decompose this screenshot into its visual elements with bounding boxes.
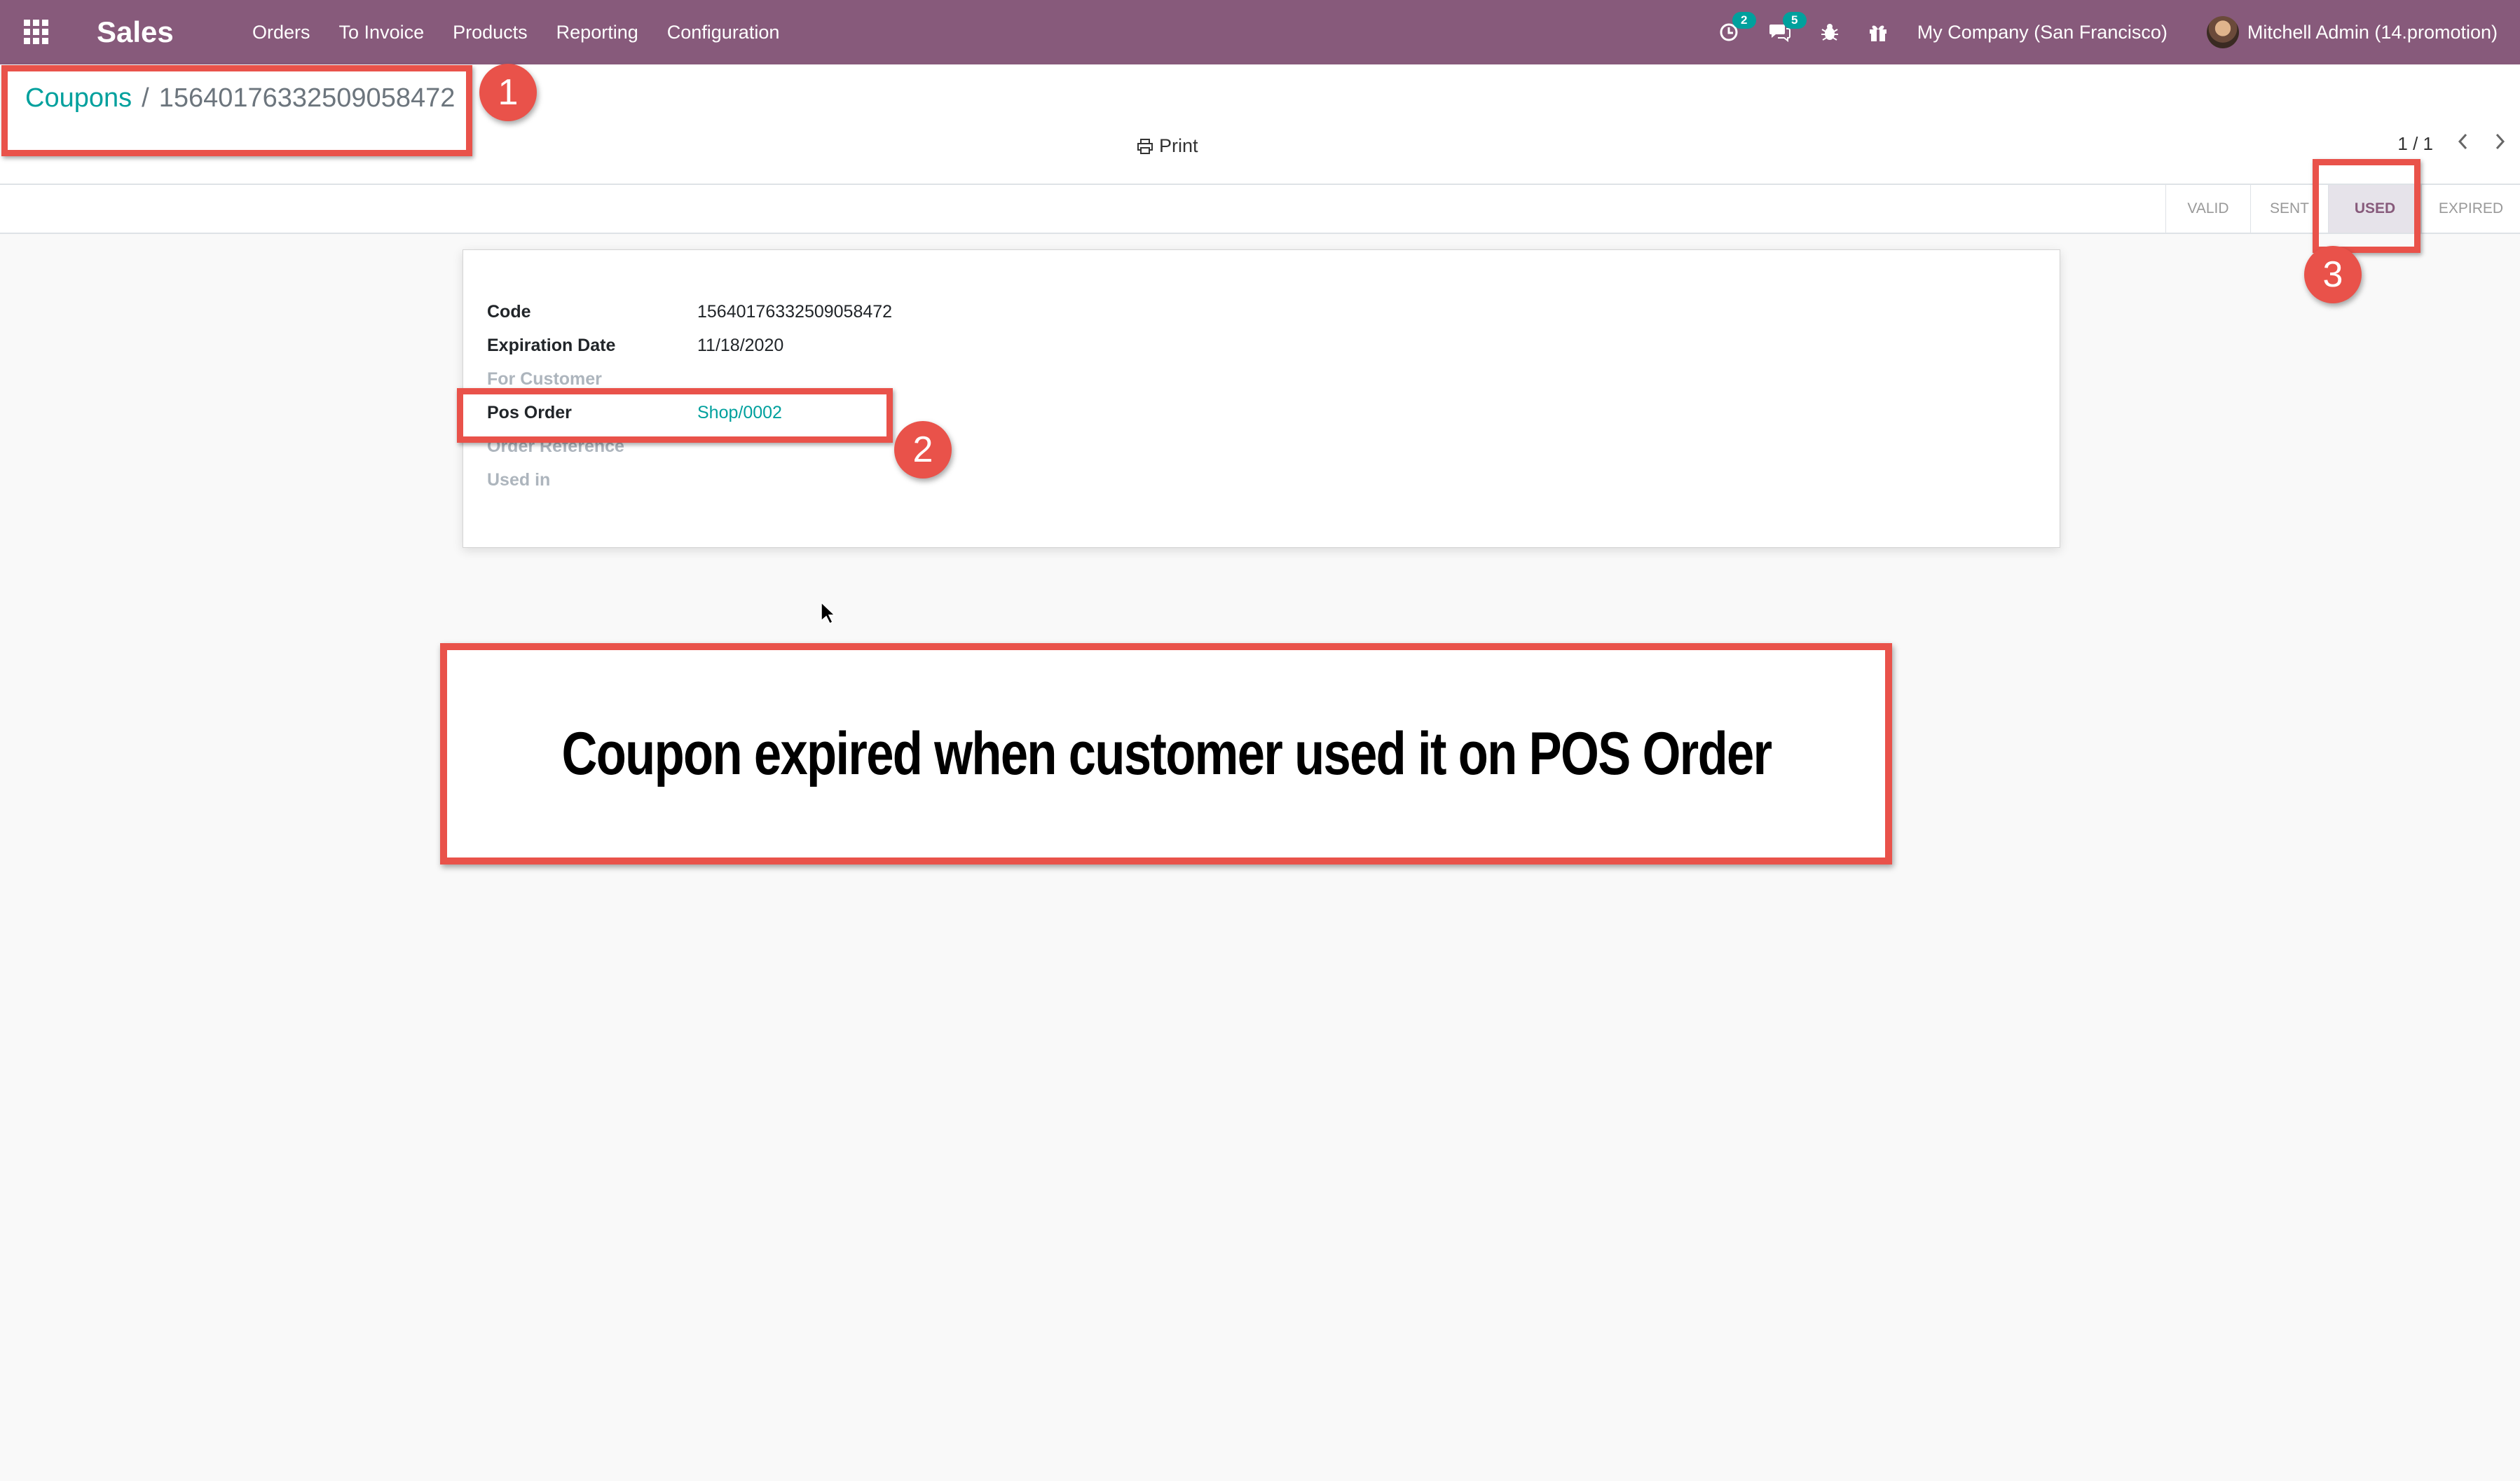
avatar [2206,16,2239,48]
main-menu: Orders To Invoice Products Reporting Con… [252,0,808,64]
annotation-caption: Coupon expired when customer used it on … [561,719,1772,787]
expiration-date-value[interactable]: 11/18/2020 [697,336,783,356]
menu-products[interactable]: Products [453,22,528,43]
field-code: Code 15640176332509058472 [487,295,892,329]
apps-menu-icon[interactable] [24,0,53,64]
menu-orders[interactable]: Orders [252,22,310,43]
systray: 2 5 My Company (San Francisco) Mitchell … [1718,0,2498,64]
annotation-box-pos-order [457,388,893,443]
activity-clock-icon[interactable]: 2 [1718,12,1756,43]
messages-chat-icon[interactable]: 5 [1769,12,1807,43]
annotation-box-breadcrumb [1,65,472,156]
field-used-in: Used in [487,463,697,497]
app-name[interactable]: Sales [97,0,174,64]
field-expiration-date: Expiration Date 11/18/2020 [487,329,783,362]
statusbar: VALID SENT USED EXPIRED [0,185,2520,234]
menu-configuration[interactable]: Configuration [667,22,780,43]
gift-icon[interactable] [1868,22,1888,42]
print-label: Print [1159,135,1198,156]
annotation-marker-1: 1 [479,64,537,121]
annotation-caption-box: Coupon expired when customer used it on … [440,643,1892,865]
pager-previous-icon[interactable] [2456,132,2471,157]
pager-next-icon[interactable] [2492,132,2507,157]
code-value[interactable]: 15640176332509058472 [697,302,892,322]
field-label: For Customer [487,368,602,389]
print-button[interactable]: Print [1137,135,1198,157]
annotation-marker-3: 3 [2304,246,2362,303]
messages-badge: 5 [1782,12,1807,29]
mouse-cursor-icon [820,601,836,628]
pager-value[interactable]: 1 / 1 [2397,133,2433,155]
annotation-box-status-used [2313,159,2420,253]
field-label: Used in [487,469,551,490]
user-name: Mitchell Admin (14.promotion) [2247,21,2498,43]
status-valid[interactable]: VALID [2165,185,2250,233]
top-navbar: Sales Orders To Invoice Products Reporti… [0,0,2520,64]
debug-bug-icon[interactable] [1821,22,1839,42]
menu-reporting[interactable]: Reporting [556,22,638,43]
user-menu[interactable]: Mitchell Admin (14.promotion) [2206,16,2498,48]
annotation-marker-2: 2 [894,421,952,478]
company-switcher[interactable]: My Company (San Francisco) [1917,22,2168,43]
field-label: Expiration Date [487,335,616,355]
menu-to-invoice[interactable]: To Invoice [339,22,425,43]
print-icon [1137,138,1153,154]
field-label: Code [487,301,531,322]
status-expired[interactable]: EXPIRED [2421,185,2520,233]
activity-badge: 2 [1732,12,1756,29]
